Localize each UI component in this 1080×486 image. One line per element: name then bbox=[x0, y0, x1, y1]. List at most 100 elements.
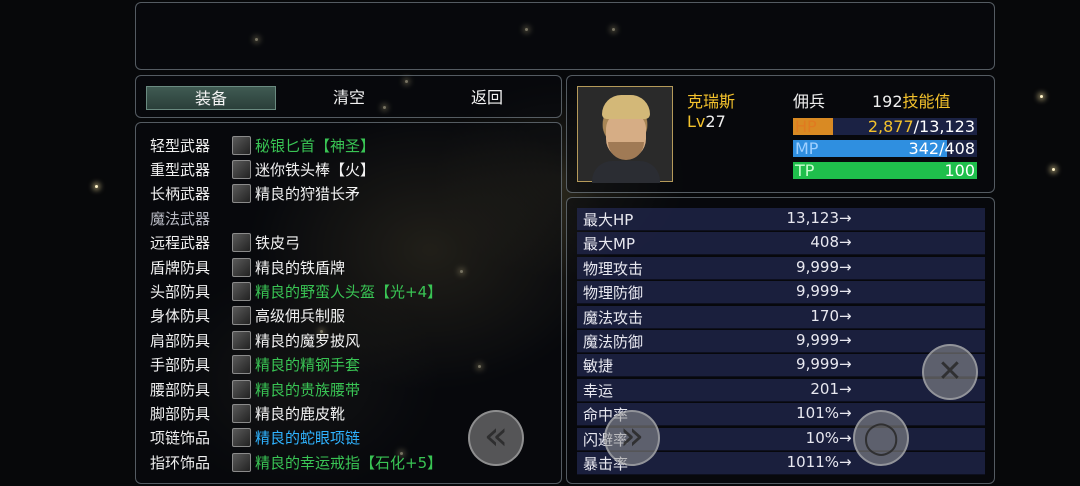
item-name: 精良的魔罗披风 bbox=[255, 331, 361, 350]
message-panel bbox=[135, 2, 995, 70]
belt-icon bbox=[232, 379, 251, 399]
item-name: 精良的贵族腰带 bbox=[255, 380, 361, 399]
back-button[interactable]: 返回 bbox=[422, 86, 552, 110]
item-name: 精良的野蛮人头盔【光+4】 bbox=[255, 282, 443, 301]
slot-label: 重型武器 bbox=[150, 160, 211, 179]
stat-name: 敏捷 bbox=[583, 357, 614, 376]
character-name: 克瑞斯 bbox=[687, 92, 736, 111]
stat-name: 魔法攻击 bbox=[583, 308, 644, 327]
stat-arrow: → bbox=[839, 257, 852, 276]
star bbox=[1052, 168, 1055, 171]
skill-points: 192技能值 bbox=[872, 88, 951, 112]
stat-arrow: → bbox=[839, 428, 852, 447]
double-chevron-left-icon: « bbox=[483, 413, 509, 459]
item-name: 精良的鹿皮靴 bbox=[255, 404, 346, 423]
item-name: 秘银匕首【神圣】 bbox=[255, 136, 376, 155]
gauntlet-icon bbox=[232, 355, 251, 375]
stat-arrow: → bbox=[839, 404, 852, 423]
item-name: 精良的狩猎长矛 bbox=[255, 185, 361, 204]
item-name: 精良的精钢手套 bbox=[255, 356, 361, 375]
item-name: 铁皮弓 bbox=[255, 234, 301, 253]
character-level: Lv27 bbox=[687, 112, 726, 131]
stat-row: 最大HP 13,123 → bbox=[577, 208, 985, 231]
ring-icon bbox=[232, 452, 251, 472]
slot-label: 肩部防具 bbox=[150, 331, 211, 350]
close-icon: ✕ bbox=[937, 354, 963, 389]
page-right-button[interactable]: » bbox=[604, 410, 660, 466]
slot-label: 轻型武器 bbox=[150, 136, 211, 155]
stat-name: 物理攻击 bbox=[583, 259, 644, 278]
item-name: 高级佣兵制服 bbox=[255, 307, 346, 326]
stat-arrow: → bbox=[839, 233, 852, 252]
stat-name: 魔法防御 bbox=[583, 333, 644, 351]
equipment-slot[interactable]: 身体防具 高级佣兵制服 bbox=[150, 304, 550, 328]
slot-label: 脚部防具 bbox=[150, 404, 211, 423]
equipment-slot[interactable]: 腰部防具 精良的贵族腰带 bbox=[150, 377, 550, 401]
stat-row: 最大MP 408 → bbox=[577, 232, 985, 256]
stat-value: 1011% bbox=[786, 453, 839, 471]
menu-bar: 装备 清空 返回 bbox=[135, 75, 562, 118]
character-panel: 克瑞斯 Lv27 佣兵 192技能值 HP 2,877/13,123 MP 34… bbox=[566, 75, 995, 193]
equipment-slot[interactable]: 魔法武器 bbox=[150, 206, 550, 230]
stat-value: 9,999 bbox=[796, 282, 839, 301]
item-name: 精良的蛇眼项链 bbox=[255, 429, 361, 448]
close-button[interactable]: ✕ bbox=[922, 344, 978, 400]
mp-bar: MP 342/408 bbox=[793, 139, 977, 158]
character-portrait bbox=[577, 86, 673, 183]
stat-arrow: → bbox=[839, 453, 852, 471]
stat-value: 9,999 bbox=[796, 355, 839, 374]
tp-label: TP bbox=[795, 161, 815, 180]
equipment-slot[interactable]: 盾牌防具 精良的铁盾牌 bbox=[150, 255, 550, 279]
hp-bar: HP 2,877/13,123 bbox=[793, 117, 977, 136]
stat-name: 最大MP bbox=[583, 235, 635, 254]
page-left-button[interactable]: « bbox=[468, 410, 524, 466]
mp-value: 342/408 bbox=[908, 139, 975, 158]
stat-name: 物理防御 bbox=[583, 284, 644, 303]
skill-points-value: 192 bbox=[872, 92, 903, 111]
hp-value: 2,877/13,123 bbox=[868, 117, 975, 136]
circle-icon: ◯ bbox=[863, 418, 899, 456]
level-value: 27 bbox=[705, 112, 726, 131]
stat-row: 魔法攻击 170 → bbox=[577, 305, 985, 329]
skill-points-label: 技能值 bbox=[902, 92, 951, 111]
equipment-slot[interactable]: 长柄武器 精良的狩猎长矛 bbox=[150, 182, 550, 206]
club-icon bbox=[232, 159, 251, 179]
stat-row: 物理防御 9,999 → bbox=[577, 281, 985, 305]
stat-value: 9,999 bbox=[796, 257, 839, 276]
confirm-button[interactable]: ◯ bbox=[853, 410, 909, 466]
mp-label: MP bbox=[795, 139, 819, 158]
helmet-icon bbox=[232, 281, 251, 301]
slot-label: 魔法武器 bbox=[150, 209, 211, 228]
stat-value: 13,123 bbox=[786, 209, 840, 227]
bow-icon bbox=[232, 233, 251, 253]
hp-max: /13,123 bbox=[913, 117, 975, 136]
stat-row: 物理攻击 9,999 → bbox=[577, 256, 985, 280]
necklace-icon bbox=[232, 428, 251, 448]
stat-name: 最大HP bbox=[583, 211, 634, 229]
slot-label: 头部防具 bbox=[150, 282, 211, 301]
slot-label: 身体防具 bbox=[150, 307, 211, 326]
equipment-slot[interactable]: 远程武器 铁皮弓 bbox=[150, 231, 550, 255]
character-class: 佣兵 bbox=[793, 92, 826, 111]
slot-label: 盾牌防具 bbox=[150, 258, 211, 277]
stat-arrow: → bbox=[839, 331, 852, 349]
equipment-slot[interactable]: 轻型武器 秘银匕首【神圣】 bbox=[150, 133, 550, 157]
item-name: 精良的铁盾牌 bbox=[255, 258, 346, 277]
stat-value: 201 bbox=[810, 379, 839, 398]
star bbox=[1040, 95, 1043, 98]
equipment-slot[interactable]: 手部防具 精良的精钢手套 bbox=[150, 353, 550, 377]
stat-arrow: → bbox=[839, 379, 852, 398]
equipment-slot[interactable]: 头部防具 精良的野蛮人头盔【光+4】 bbox=[150, 279, 550, 303]
equipment-slot[interactable]: 肩部防具 精良的魔罗披风 bbox=[150, 328, 550, 352]
stat-value: 9,999 bbox=[796, 331, 839, 349]
stat-arrow: → bbox=[839, 355, 852, 374]
stat-value: 101% bbox=[796, 404, 839, 423]
stat-value: 170 bbox=[810, 306, 839, 325]
equipment-slot[interactable]: 重型武器 迷你铁头棒【火】 bbox=[150, 157, 550, 181]
item-name: 迷你铁头棒【火】 bbox=[255, 160, 376, 179]
equip-button[interactable]: 装备 bbox=[146, 86, 276, 110]
armor-icon bbox=[232, 306, 251, 326]
stat-row: 魔法防御 9,999 → bbox=[577, 330, 985, 353]
cloak-icon bbox=[232, 330, 251, 350]
clear-button[interactable]: 清空 bbox=[284, 86, 414, 110]
